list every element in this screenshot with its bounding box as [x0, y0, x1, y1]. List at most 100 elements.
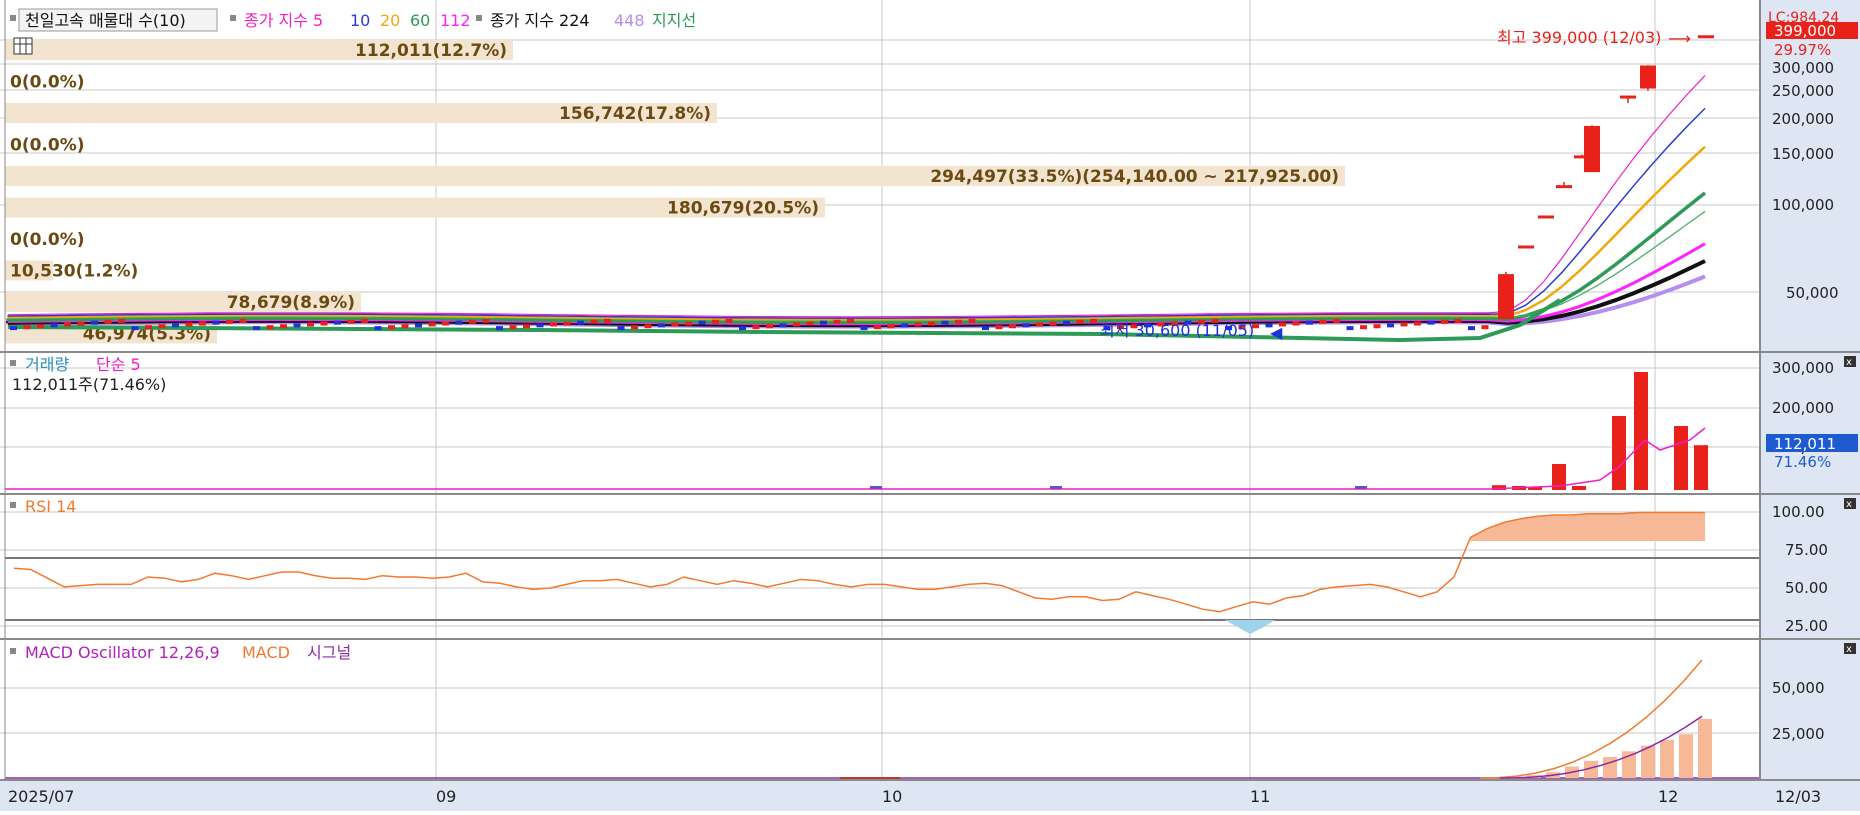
- candle: [1498, 274, 1514, 320]
- candle: [226, 319, 233, 324]
- volume-ma-line: [1489, 427, 1706, 490]
- candle: [23, 325, 31, 330]
- stock-chart-window: 112,011(12.7%) 0(0.0%) 156,742(17.8%) 0(0.0…: [0, 0, 1860, 811]
- x-tick-label: 11: [1250, 787, 1270, 806]
- change-tag: 29.97%: [1774, 41, 1831, 59]
- candle: [941, 320, 949, 325]
- candle: [104, 319, 112, 324]
- candle: [37, 324, 44, 329]
- candle: [698, 320, 706, 325]
- candle: [1022, 323, 1030, 328]
- candle: [185, 322, 193, 327]
- x-tick-label: 10: [882, 787, 902, 806]
- profile-label: 0(0.0%): [10, 136, 85, 156]
- candle: [820, 320, 827, 325]
- svg-text:x: x: [1846, 357, 1852, 368]
- legend-rsi: RSI 14: [25, 497, 76, 516]
- x-current-label: 12/03: [1775, 787, 1821, 806]
- legend-box-icon: [10, 15, 16, 21]
- candle: [1036, 322, 1043, 327]
- rsi-legend: RSI 14: [10, 497, 76, 516]
- svg-text:x: x: [1846, 644, 1852, 655]
- candle: [320, 321, 328, 326]
- candle: [1387, 323, 1394, 328]
- volume-bar: [1634, 372, 1648, 490]
- candle: [212, 320, 220, 325]
- candle: [1698, 35, 1714, 39]
- candle: [1414, 321, 1421, 326]
- rsi-tick: 100.00: [1772, 503, 1825, 521]
- chart-canvas: 112,011(12.7%) 0(0.0%) 156,742(17.8%) 0(0.0…: [0, 0, 1860, 811]
- candle: [806, 321, 814, 326]
- close-icon[interactable]: x: [1844, 643, 1856, 655]
- close-icon[interactable]: x: [1844, 356, 1856, 368]
- candle: [1076, 319, 1084, 324]
- candle: [1556, 185, 1572, 189]
- candle: [361, 318, 368, 323]
- candle: [752, 325, 760, 330]
- candle: [658, 323, 665, 328]
- candle: [1346, 326, 1354, 331]
- candle: [536, 323, 544, 328]
- candle: [847, 318, 854, 323]
- price-tick: 300,000: [1772, 59, 1834, 77]
- candle: [1090, 318, 1097, 323]
- candle: [523, 324, 530, 329]
- candle: [482, 318, 490, 323]
- candle: [293, 323, 301, 328]
- legend-box-icon: [10, 502, 16, 508]
- profile-label: 156,742(17.8%): [559, 104, 711, 124]
- candle: [172, 323, 179, 328]
- candle: [914, 322, 922, 327]
- volume-profile: 112,011(12.7%) 0(0.0%) 156,742(17.8%) 0(0.0…: [5, 40, 1345, 345]
- candle: [901, 323, 908, 328]
- legend-profile: 천일고속 매물대 수(10): [25, 11, 186, 30]
- price-tag: 399,000: [1774, 22, 1836, 40]
- candle: [347, 319, 355, 324]
- legend-ma448: 448: [614, 11, 645, 30]
- candle: [401, 324, 409, 329]
- x-axis-area: [0, 780, 1860, 811]
- candle: [91, 320, 98, 325]
- volume-tick: 300,000: [1772, 359, 1834, 377]
- toolbox-icon[interactable]: [13, 37, 33, 55]
- volume-tick: 200,000: [1772, 399, 1834, 417]
- candle: [1640, 65, 1656, 89]
- volume-bars: [5, 372, 1708, 490]
- candle: [1009, 324, 1016, 329]
- legend-signal: 시그널: [307, 643, 351, 662]
- candle: [1620, 95, 1636, 99]
- rsi-tick: 50.00: [1785, 579, 1828, 597]
- x-tick-label: 2025/07: [8, 787, 74, 806]
- legend-volume: 거래량: [25, 355, 69, 374]
- candle: [671, 322, 679, 327]
- macd-legend: MACD Oscillator 12,26,9 MACD 시그널: [10, 643, 351, 662]
- low-arrow-icon: ◀: [1270, 323, 1283, 342]
- candle: [455, 320, 463, 325]
- candle: [604, 318, 611, 323]
- candle: [739, 326, 746, 331]
- legend-ma20: 20: [380, 11, 400, 30]
- candle: [982, 326, 989, 331]
- candle: [1481, 325, 1489, 330]
- macd-bar: [840, 777, 900, 779]
- candle: [334, 320, 341, 325]
- volume-bar: [1572, 486, 1586, 490]
- rsi-oversold-fill: [1225, 620, 1275, 634]
- candle: [995, 325, 1003, 330]
- candle: [496, 326, 503, 331]
- legend-macd-osc: MACD Oscillator 12,26,9: [25, 643, 220, 662]
- candle: [1292, 321, 1300, 326]
- legend-support: 지지선: [652, 11, 696, 30]
- price-tick: 50,000: [1786, 284, 1839, 302]
- close-icon[interactable]: x: [1844, 498, 1856, 510]
- osc-bar: [1679, 734, 1693, 778]
- profile-label: 112,011(12.7%): [355, 41, 507, 61]
- legend-volume-ma5: 단순 5: [96, 355, 141, 374]
- legend-box-icon: [10, 648, 16, 654]
- legend-ma-icon: [230, 15, 236, 21]
- candle: [199, 321, 206, 326]
- candle: [1427, 320, 1435, 325]
- candle: [1400, 322, 1408, 327]
- volume-bar: [1355, 486, 1367, 489]
